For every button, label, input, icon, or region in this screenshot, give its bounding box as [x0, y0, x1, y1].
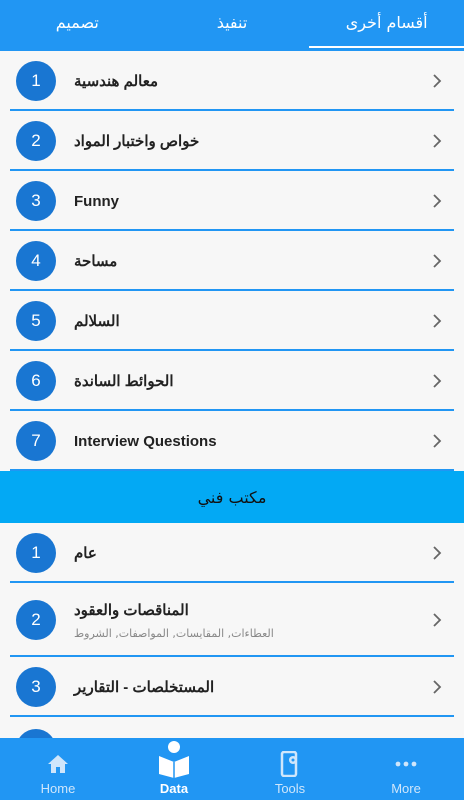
chevron-right-icon [430, 254, 444, 268]
home-icon [43, 749, 73, 779]
top-tab-bar: أقسام أخرى تنفيذ تصميم [0, 0, 464, 51]
item-title: السلالم [74, 313, 120, 330]
nav-more[interactable]: More [348, 738, 464, 800]
list-item[interactable] [0, 717, 464, 738]
item-number-badge: 7 [16, 421, 56, 461]
list-item[interactable]: 2 المناقصات والعقود العطاءات, المقايسات,… [0, 583, 464, 657]
divider [10, 469, 454, 471]
item-title: عام [74, 545, 97, 562]
item-number-badge: 1 [16, 533, 56, 573]
chevron-right-icon [430, 374, 444, 388]
list-item[interactable]: 1 معالم هندسية [0, 51, 464, 111]
nav-data[interactable]: Data [116, 738, 232, 800]
item-number-badge: 3 [16, 667, 56, 707]
chevron-right-icon [430, 314, 444, 328]
list-item[interactable]: 6 الحوائط الساندة [0, 351, 464, 411]
item-title: المناقصات والعقود [74, 601, 189, 619]
chevron-right-icon [430, 194, 444, 208]
item-number-badge: 2 [16, 121, 56, 161]
item-subtitle: العطاءات, المقايسات, المواصفات, الشروط [74, 626, 274, 640]
item-title: خواص واختبار المواد [74, 133, 200, 150]
nav-label: More [391, 781, 421, 796]
item-number-badge: 5 [16, 301, 56, 341]
item-number-badge: 6 [16, 361, 56, 401]
section-title: مكتب فني [197, 487, 267, 507]
item-title: معالم هندسية [74, 73, 159, 90]
item-number-badge [16, 729, 56, 738]
chevron-right-icon [430, 680, 444, 694]
nav-home[interactable]: Home [0, 738, 116, 800]
list-item[interactable]: 4 مساحة [0, 231, 464, 291]
list-item[interactable]: 3 Funny [0, 171, 464, 231]
list-item[interactable]: 2 خواص واختبار المواد [0, 111, 464, 171]
chevron-right-icon [430, 613, 444, 627]
nav-label: Data [159, 781, 189, 796]
item-title: مساحة [74, 253, 118, 270]
phone-settings-icon [275, 749, 305, 779]
tab-other-sections[interactable]: أقسام أخرى [309, 0, 464, 51]
list-item[interactable]: 3 المستخلصات - التقارير [0, 657, 464, 717]
tab-label: أقسام أخرى [345, 13, 428, 32]
nav-label: Home [40, 781, 76, 796]
chevron-right-icon [430, 434, 444, 448]
more-dots-icon [391, 749, 421, 779]
item-number-badge: 2 [16, 600, 56, 640]
item-title: المستخلصات - التقارير [74, 679, 215, 696]
tab-design[interactable]: تصميم [0, 0, 155, 51]
chevron-right-icon [430, 134, 444, 148]
item-number-badge: 1 [16, 61, 56, 101]
list-item[interactable]: 7 Interview Questions [0, 411, 464, 471]
item-title: الحوائط الساندة [74, 373, 174, 390]
nav-tools[interactable]: Tools [232, 738, 348, 800]
chevron-right-icon [430, 74, 444, 88]
main-list: 1 معالم هندسية 2 خواص واختبار المواد 3 F… [0, 51, 464, 738]
bottom-navigation: Home Data Tools More [0, 738, 464, 800]
item-number-badge: 4 [16, 241, 56, 281]
book-reader-icon [157, 739, 191, 779]
item-title: Funny [74, 192, 119, 210]
section-header: مكتب فني [0, 471, 464, 523]
tab-label: تنفيذ [216, 13, 248, 32]
item-number-badge: 3 [16, 181, 56, 221]
tab-label: تصميم [55, 13, 99, 32]
list-item[interactable]: 5 السلالم [0, 291, 464, 351]
item-title: Interview Questions [74, 432, 217, 450]
nav-label: Tools [274, 781, 306, 796]
chevron-right-icon [430, 546, 444, 560]
tab-execution[interactable]: تنفيذ [155, 0, 310, 51]
list-item[interactable]: 1 عام [0, 523, 464, 583]
